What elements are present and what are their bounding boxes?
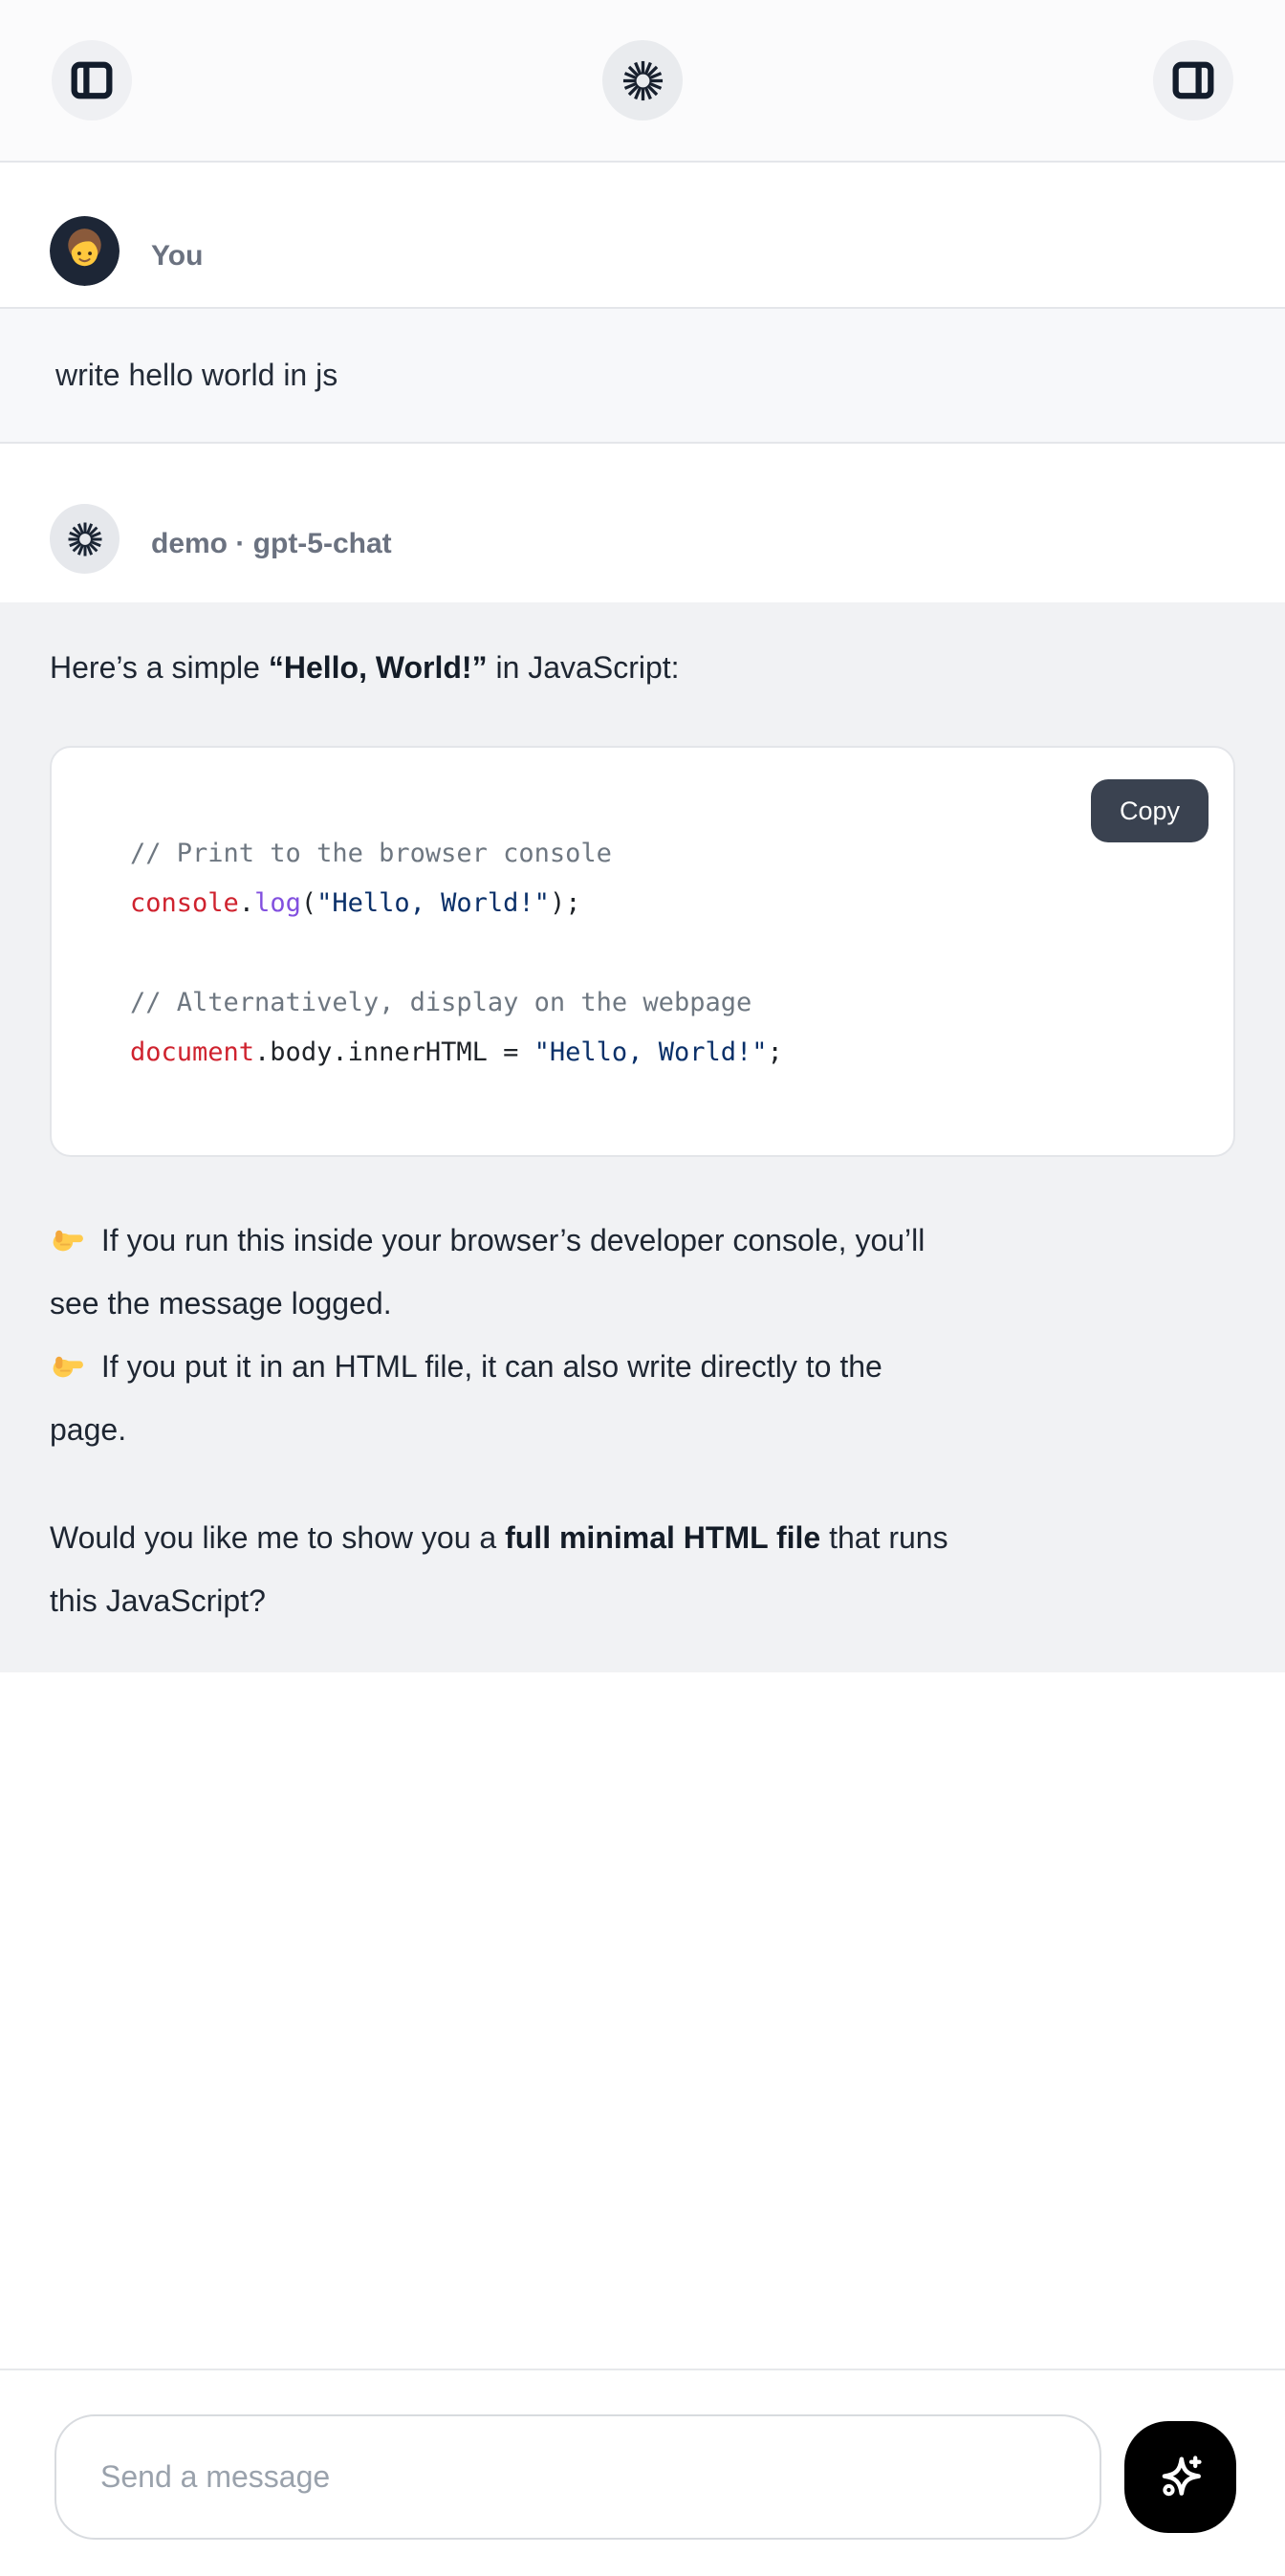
model-button[interactable] — [602, 40, 683, 120]
user-avatar — [50, 216, 120, 286]
assistant-message-group: demo · gpt-5-chat Here’s a simple “Hello… — [0, 444, 1285, 1672]
message-input[interactable] — [54, 2414, 1101, 2540]
sparkle-icon — [1150, 2447, 1211, 2508]
assistant-tips-text: If you run this inside your browser’s de… — [50, 1209, 1235, 1461]
user-message-header: You — [0, 163, 1285, 307]
chat-scroll-area: You write hello world in js demo · gpt-5… — [0, 163, 1285, 2369]
assistant-question-text: Would you like me to show you a full min… — [50, 1506, 1235, 1632]
copy-button[interactable]: Copy — [1091, 779, 1209, 842]
pointing-right-emoji-icon — [50, 1221, 85, 1256]
assistant-message-body: Here’s a simple “Hello, World!” in JavaS… — [0, 602, 1285, 1672]
sidebar-toggle-button[interactable] — [52, 40, 132, 120]
panel-left-icon — [68, 56, 116, 104]
assistant-sender-name: demo · gpt-5-chat — [151, 528, 392, 574]
pointing-right-emoji-icon — [50, 1347, 85, 1383]
user-message-bubble: write hello world in js — [0, 307, 1285, 444]
user-message-text: write hello world in js — [55, 358, 338, 393]
top-bar — [0, 0, 1285, 163]
person-emoji-icon — [50, 216, 120, 286]
right-panel-toggle-button[interactable] — [1153, 40, 1233, 120]
user-sender-name: You — [151, 240, 203, 286]
code-block: Copy // Print to the browser consolecons… — [50, 746, 1235, 1157]
assistant-message-header: demo · gpt-5-chat — [0, 444, 1285, 602]
code-content: // Print to the browser consoleconsole.l… — [130, 829, 1195, 1078]
assistant-avatar — [50, 504, 120, 574]
user-message-group: You write hello world in js — [0, 163, 1285, 444]
assistant-intro-text: Here’s a simple “Hello, World!” in JavaS… — [50, 636, 1235, 699]
starburst-icon — [621, 58, 665, 103]
send-button[interactable] — [1124, 2421, 1236, 2533]
composer — [0, 2369, 1285, 2576]
starburst-icon — [66, 520, 104, 558]
panel-right-icon — [1169, 56, 1217, 104]
